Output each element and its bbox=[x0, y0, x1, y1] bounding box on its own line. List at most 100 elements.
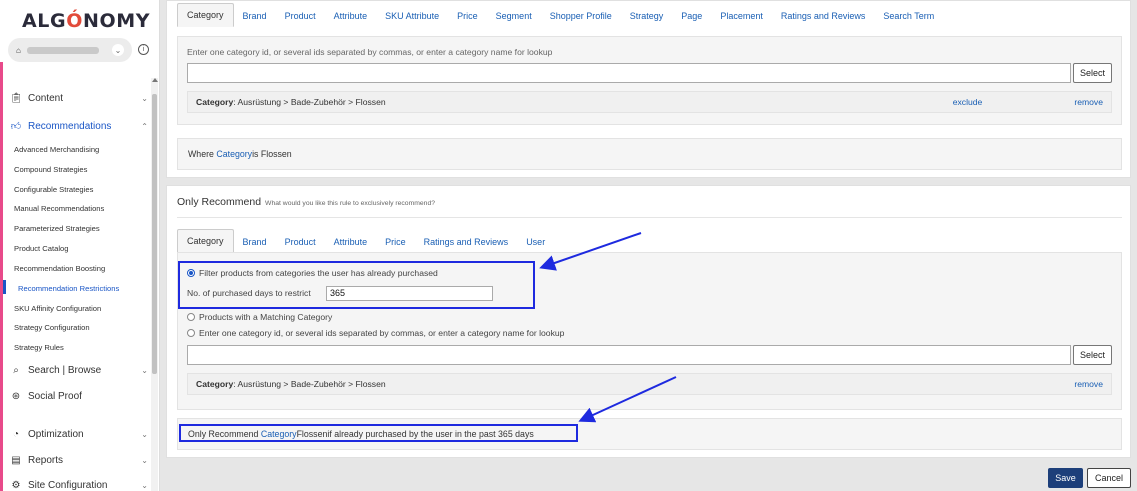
tab-product[interactable]: Product bbox=[276, 231, 325, 253]
chevron-up-icon: ⌃ bbox=[141, 121, 148, 131]
tab-category[interactable]: Category bbox=[177, 229, 234, 253]
sidebar-item-label: Recommendations bbox=[28, 120, 112, 132]
tab-price[interactable]: Price bbox=[448, 5, 487, 27]
chevron-down-icon: ⌄ bbox=[141, 94, 148, 103]
tab-ratings-reviews[interactable]: Ratings and Reviews bbox=[772, 5, 875, 27]
tab-product[interactable]: Product bbox=[276, 5, 325, 27]
category-lookup-input[interactable] bbox=[187, 345, 1071, 365]
search-icon: ⌕ bbox=[13, 365, 19, 376]
chevron-down-icon: ⌄ bbox=[141, 430, 148, 439]
algonomy-logo[interactable]: ALGÓNOMY bbox=[22, 10, 150, 32]
tab-strategy[interactable]: Strategy bbox=[621, 5, 673, 27]
sidebar-subitem[interactable]: Strategy Configuration bbox=[14, 323, 90, 332]
annotation-highlight-box bbox=[178, 261, 535, 309]
sidebar-scrollbar[interactable] bbox=[151, 78, 158, 491]
tab-attribute[interactable]: Attribute bbox=[325, 231, 377, 253]
social-proof-icon: ⊛ bbox=[11, 391, 21, 402]
only-recommend-header: Only Recommend What would you like this … bbox=[177, 196, 435, 208]
sidebar-subitem[interactable]: Product Catalog bbox=[14, 244, 68, 253]
sidebar-subitem[interactable]: Compound Strategies bbox=[14, 165, 87, 174]
chevron-down-icon: ⌄ bbox=[141, 366, 148, 375]
remove-link[interactable]: remove bbox=[1074, 379, 1103, 389]
option-label: Products with a Matching Category bbox=[199, 312, 333, 322]
sidebar-subitem[interactable]: SKU Affinity Configuration bbox=[14, 304, 101, 313]
only-recommend-subtitle: What would you like this rule to exclusi… bbox=[265, 200, 436, 207]
tab-attribute[interactable]: Attribute bbox=[325, 5, 377, 27]
tab-category[interactable]: Category bbox=[177, 3, 234, 27]
sidebar-subitem[interactable]: Recommendation Boosting bbox=[14, 264, 105, 273]
summary-field: Category bbox=[216, 149, 253, 159]
selected-category-row: Category : Ausrüstung > Bade-Zubehör > F… bbox=[187, 91, 1112, 113]
sidebar-item-optimization[interactable]: ◔ Optimization ⌄ bbox=[10, 429, 148, 440]
tab-brand[interactable]: Brand bbox=[234, 5, 276, 27]
info-icon[interactable]: i bbox=[138, 44, 149, 55]
scrollbar-thumb[interactable] bbox=[152, 94, 157, 374]
selected-category-row: Category : Ausrüstung > Bade-Zubehör > F… bbox=[187, 373, 1112, 395]
sidebar-item-site-configuration[interactable]: ⚙ Site Configuration ⌄ bbox=[10, 480, 148, 491]
tab-shopper-profile[interactable]: Shopper Profile bbox=[541, 5, 621, 27]
radio-unselected[interactable] bbox=[187, 313, 195, 321]
sidebar-item-label: Search | Browse bbox=[28, 365, 102, 376]
radio-unselected[interactable] bbox=[187, 329, 195, 337]
sidebar-item-label: Reports bbox=[28, 455, 64, 466]
summary-value: Flossen bbox=[260, 149, 292, 159]
option-label: Enter one category id, or several ids se… bbox=[199, 328, 565, 338]
exclude-link[interactable]: exclude bbox=[953, 97, 983, 107]
condition-help-text: Enter one category id, or several ids se… bbox=[187, 47, 553, 57]
condition-panel: Category Brand Product Attribute SKU Att… bbox=[166, 0, 1131, 178]
select-button[interactable]: Select bbox=[1073, 345, 1112, 365]
only-recommend-panel: Only Recommend What would you like this … bbox=[166, 185, 1131, 458]
sidebar-item-recommendations[interactable]: 👍︎ Recommendations ⌃ bbox=[10, 120, 148, 133]
category-lookup-input[interactable] bbox=[187, 63, 1071, 83]
summary-text: is bbox=[252, 149, 259, 159]
sidebar-subitem[interactable]: Advanced Merchandising bbox=[14, 145, 99, 154]
select-button[interactable]: Select bbox=[1073, 63, 1112, 83]
brand-accent-bar bbox=[0, 62, 3, 491]
sidebar-subitem[interactable]: Parameterized Strategies bbox=[14, 224, 100, 233]
tab-price[interactable]: Price bbox=[376, 231, 415, 253]
tab-segment[interactable]: Segment bbox=[487, 5, 541, 27]
selected-category-label: Category bbox=[196, 97, 234, 107]
tab-user[interactable]: User bbox=[517, 231, 554, 253]
sidebar-item-search-browse[interactable]: ⌕ Search | Browse ⌄ bbox=[10, 365, 148, 376]
remove-link[interactable]: remove bbox=[1074, 97, 1103, 107]
optimization-icon: ◔ bbox=[12, 429, 20, 440]
sidebar-item-social-proof[interactable]: ⊛ Social Proof bbox=[10, 391, 148, 402]
thumbs-up-icon: 👍︎ bbox=[10, 121, 22, 132]
condition-tabs: Category Brand Product Attribute SKU Att… bbox=[177, 1, 943, 27]
sidebar-item-content[interactable]: 📋︎ Content ⌄ bbox=[10, 93, 148, 104]
save-button[interactable]: Save bbox=[1048, 468, 1083, 488]
tab-ratings-reviews[interactable]: Ratings and Reviews bbox=[415, 231, 518, 253]
account-name-redacted bbox=[26, 46, 99, 54]
sidebar-item-label: Optimization bbox=[28, 429, 84, 440]
sidebar-subitem[interactable]: Strategy Rules bbox=[14, 343, 64, 352]
selected-category-path: : Ausrüstung > Bade-Zubehör > Flossen bbox=[233, 379, 386, 389]
chevron-down-icon: ⌄ bbox=[112, 44, 124, 56]
scroll-up-arrow-icon[interactable] bbox=[152, 78, 158, 82]
reports-icon: ▤ bbox=[11, 455, 21, 466]
account-selector[interactable]: ⌂ ⌄ bbox=[8, 38, 132, 62]
tab-search-term[interactable]: Search Term bbox=[874, 5, 943, 27]
site-config-icon: ⚙ bbox=[11, 480, 21, 491]
clipboard-icon: 📋︎ bbox=[10, 93, 23, 104]
summary-text: Where bbox=[188, 149, 214, 159]
sidebar: ALGÓNOMY ⌂ ⌄ i 📋︎ Content ⌄ 👍︎ Recommend… bbox=[0, 0, 160, 491]
sidebar-subitem-active[interactable]: Recommendation Restrictions bbox=[18, 284, 119, 293]
sidebar-item-label: Content bbox=[28, 93, 64, 104]
tab-brand[interactable]: Brand bbox=[234, 231, 276, 253]
sidebar-item-reports[interactable]: ▤ Reports ⌄ bbox=[10, 455, 148, 466]
option-matching-category[interactable]: Products with a Matching Category bbox=[187, 312, 332, 322]
sidebar-subitem[interactable]: Configurable Strategies bbox=[14, 185, 93, 194]
tab-page[interactable]: Page bbox=[672, 5, 711, 27]
selected-category-path: : Ausrüstung > Bade-Zubehör > Flossen bbox=[233, 97, 386, 107]
tab-placement[interactable]: Placement bbox=[711, 5, 772, 27]
selected-category-label: Category bbox=[196, 379, 234, 389]
chevron-down-icon: ⌄ bbox=[141, 481, 148, 490]
sidebar-subitem[interactable]: Manual Recommendations bbox=[14, 204, 104, 213]
option-enter-category[interactable]: Enter one category id, or several ids se… bbox=[187, 328, 564, 338]
annotation-highlight-box bbox=[179, 424, 578, 442]
cancel-button[interactable]: Cancel bbox=[1087, 468, 1131, 488]
recommend-tabs: Category Brand Product Attribute Price R… bbox=[177, 227, 554, 253]
tab-sku-attribute[interactable]: SKU Attribute bbox=[376, 5, 448, 27]
building-icon: ⌂ bbox=[16, 45, 21, 55]
